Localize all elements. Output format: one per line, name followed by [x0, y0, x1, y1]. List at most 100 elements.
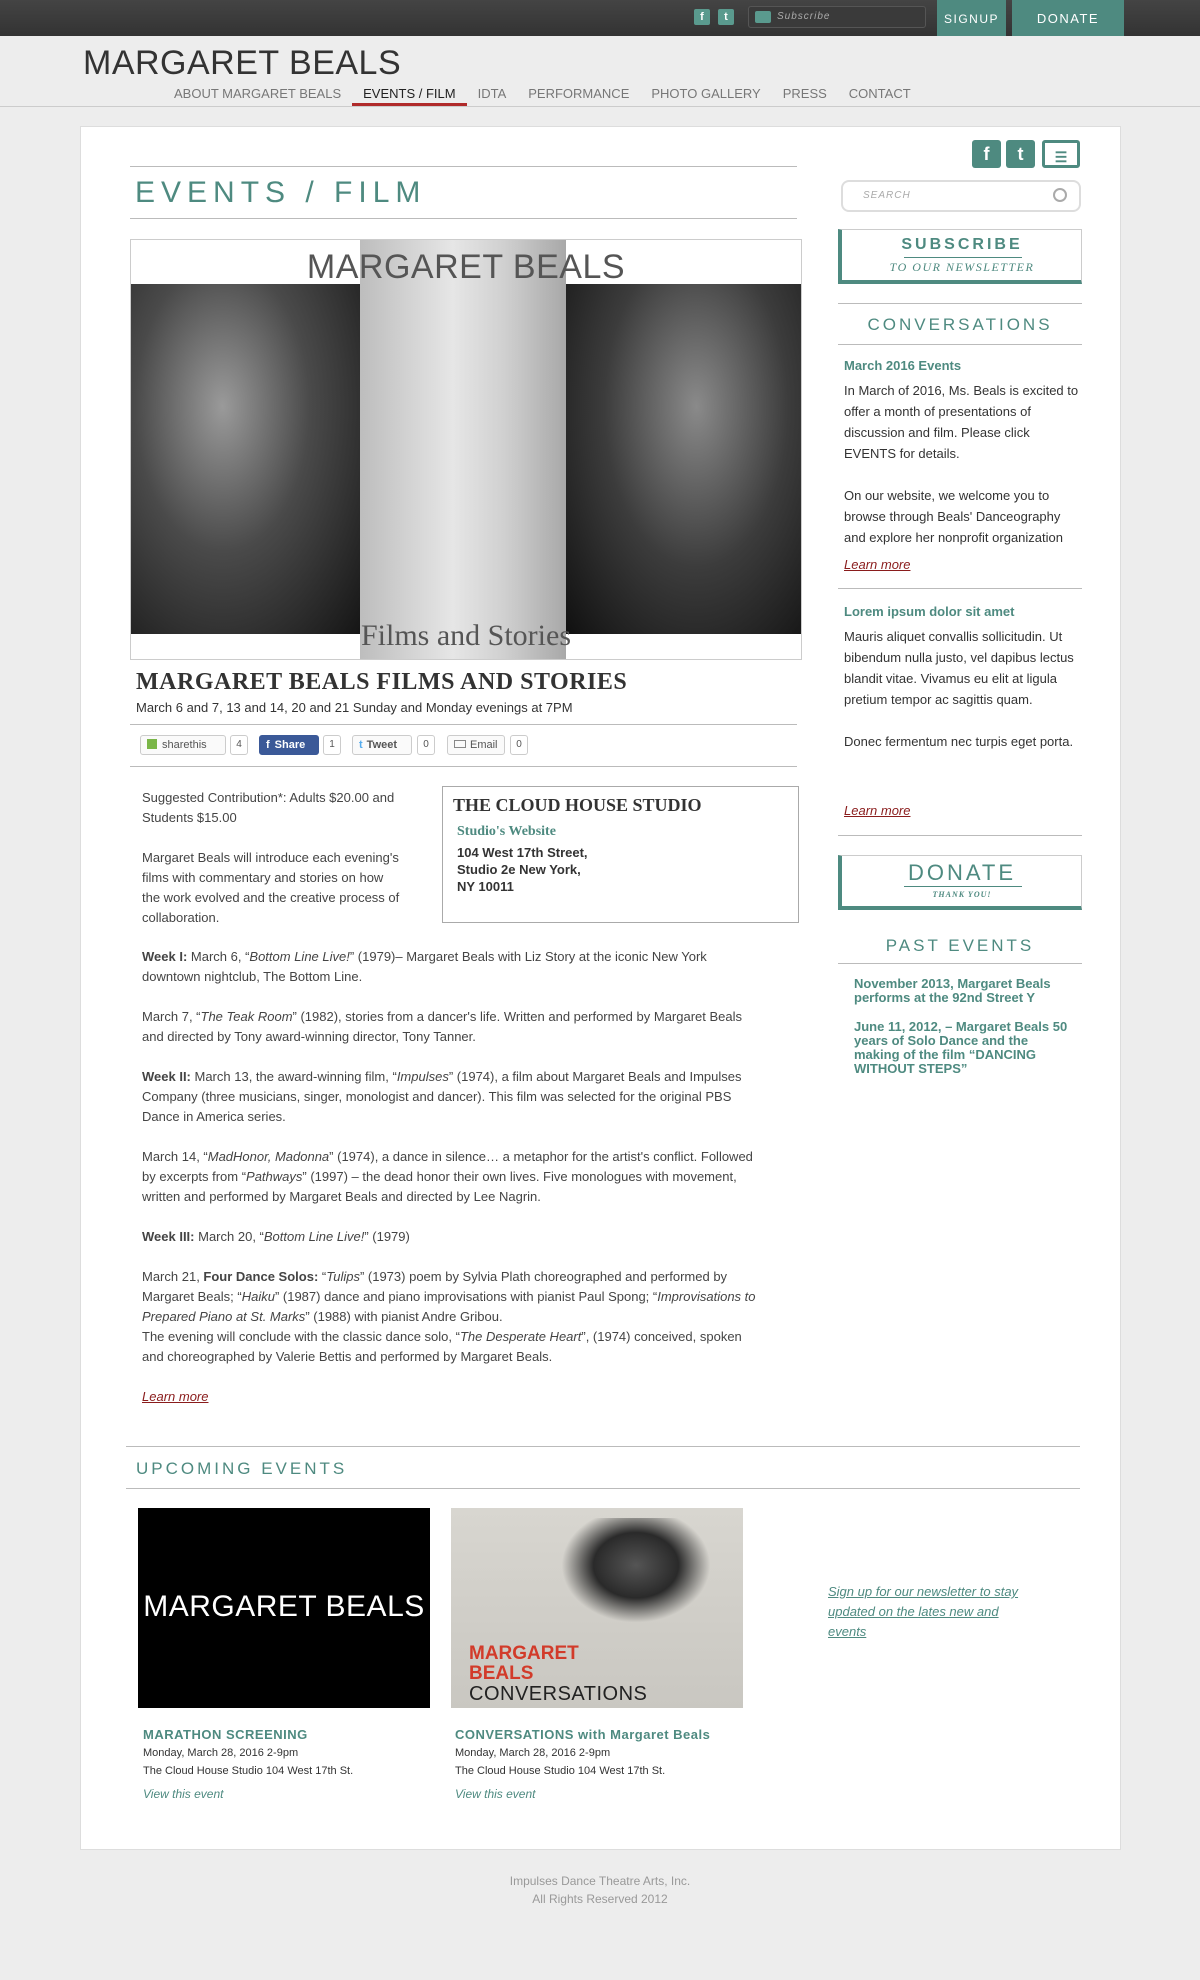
search-placeholder: SEARCH	[863, 190, 911, 201]
marathon-title[interactable]: MARATHON SCREENING	[143, 1727, 308, 1742]
event-image-marathon-text: MARGARET BEALS	[143, 1590, 425, 1623]
schedule-march14: March 14, “MadHonor, Madonna” (1974), a …	[142, 1147, 762, 1207]
schedule-week2: Week II: March 13, the award-winning fil…	[142, 1067, 762, 1127]
intro-description: Margaret Beals will introduce each eveni…	[142, 850, 400, 925]
subscribe-subtitle: TO OUR NEWSLETTER	[889, 260, 1035, 274]
week3-text-b: ” (1979)	[364, 1229, 410, 1244]
upcoming-title: UPCOMING EVENTS	[136, 1459, 348, 1478]
nav-performance[interactable]: PERFORMANCE	[517, 86, 640, 106]
conversations-event-title[interactable]: CONVERSATIONS with Margaret Beals	[455, 1727, 710, 1742]
page-title: EVENTS / FILM	[135, 176, 427, 209]
facebook-icon[interactable]: f	[694, 9, 710, 25]
donate-subtitle: THANK YOU!	[932, 890, 992, 899]
title-rule-bottom	[130, 218, 797, 219]
tulips-title: Tulips	[326, 1269, 360, 1284]
event-image-conversations[interactable]: MARGARET BEALS CONVERSATIONS	[451, 1508, 743, 1708]
subscribe-box[interactable]: SUBSCRIBE TO OUR NEWSLETTER	[838, 229, 1082, 284]
conv1-title[interactable]: March 2016 Events	[844, 358, 961, 373]
tweet-button[interactable]: t Tweet	[352, 735, 412, 755]
twitter-icon[interactable]: t	[1006, 140, 1035, 168]
week3-label: Week III:	[142, 1229, 195, 1244]
week2-label: Week II:	[142, 1069, 191, 1084]
schedule-march21: March 21, Four Dance Solos: “Tulips” (19…	[142, 1267, 762, 1327]
donate-button[interactable]: DONATE	[1012, 0, 1124, 36]
conv-image-text-1: MARGARET	[469, 1643, 579, 1664]
week1-label: Week I:	[142, 949, 188, 964]
conv2-text: Mauris aliquet convallis sollicitudin. U…	[844, 626, 1080, 752]
nav-press[interactable]: PRESS	[772, 86, 838, 106]
tweet-count: 0	[417, 735, 435, 755]
nav-about[interactable]: ABOUT MARGARET BEALS	[163, 86, 352, 106]
signup-button[interactable]: SIGNUP	[937, 0, 1006, 36]
past-event-2[interactable]: June 11, 2012, – Margaret Beals 50 years…	[854, 1020, 1072, 1076]
facebook-icon[interactable]: f	[972, 140, 1001, 168]
newsletter-icon[interactable]: ☰	[1042, 140, 1080, 168]
facebook-share-label: Share	[274, 739, 306, 751]
studio-website-link[interactable]: Studio's Website	[457, 824, 556, 840]
desperate-heart-title: The Desperate Heart	[459, 1329, 582, 1344]
search-icon[interactable]	[1053, 188, 1067, 202]
march14-film-title-2: Pathways	[246, 1169, 303, 1184]
event-dates: March 6 and 7, 13 and 14, 20 and 21 Sund…	[136, 700, 573, 715]
schedule-week3: Week III: March 20, “Bottom Line Live!” …	[142, 1227, 762, 1247]
conversations-place: The Cloud House Studio 104 West 17th St.	[455, 1765, 666, 1777]
march14-text-a: March 14, “	[142, 1149, 208, 1164]
march14-film-title: MadHonor, Madonna	[207, 1149, 330, 1164]
sharethis-icon	[147, 739, 157, 749]
conversations-title: CONVERSATIONS	[867, 315, 1053, 334]
conv2-title[interactable]: Lorem ipsum dolor sit amet	[844, 604, 1014, 619]
week2-text-a: March 13, the award-winning film, “	[190, 1069, 397, 1084]
conv2-text-a: Mauris aliquet convallis sollicitudin. U…	[844, 629, 1074, 707]
nav-idta[interactable]: IDTA	[467, 86, 518, 106]
marathon-meta: Monday, March 28, 2016 2-9pm The Cloud H…	[143, 1744, 353, 1780]
facebook-share-button[interactable]: f Share	[259, 735, 319, 755]
event-image-marathon[interactable]: MARGARET BEALS	[138, 1508, 430, 1708]
conv-divider	[838, 588, 1082, 589]
donate-box[interactable]: DONATE THANK YOU!	[838, 855, 1082, 910]
studio-address-line1: 104 West 17th Street,	[457, 845, 588, 860]
main-nav: ABOUT MARGARET BEALS EVENTS / FILM IDTA …	[163, 86, 922, 106]
tweet-label: Tweet	[366, 739, 398, 751]
conv1-learn-more[interactable]: Learn more	[844, 557, 910, 572]
event-title: MARGARET BEALS FILMS AND STORIES	[136, 669, 628, 695]
subscribe-underline	[904, 257, 1022, 258]
schedule-conclusion: The evening will conclude with the class…	[142, 1327, 762, 1367]
studio-box: THE CLOUD HOUSE STUDIO Studio's Website …	[442, 786, 799, 923]
week1-text-a: March 6, “	[187, 949, 250, 964]
search-input[interactable]: SEARCH	[841, 180, 1081, 212]
week3-text-a: March 20, “	[194, 1229, 264, 1244]
march7-text-a: March 7, “	[142, 1009, 201, 1024]
donate-underline	[904, 886, 1022, 887]
marathon-view-link[interactable]: View this event	[143, 1787, 224, 1801]
conv2-learn-more[interactable]: Learn more	[844, 803, 910, 818]
nav-events-film[interactable]: EVENTS / FILM	[352, 86, 467, 106]
past-event-1[interactable]: November 2013, Margaret Beals performs a…	[854, 977, 1072, 1005]
email-share-count: 0	[510, 735, 528, 755]
upcoming-rule-bottom	[126, 1488, 1080, 1489]
week1-film-title: Bottom Line Live!	[249, 949, 350, 964]
march21-text-d: ” (1987) dance and piano improvisations …	[274, 1289, 658, 1304]
past-events-rule	[838, 963, 1082, 964]
learn-more-link[interactable]: Learn more	[142, 1389, 208, 1404]
subscribe-title: SUBSCRIBE	[901, 236, 1023, 253]
march7-film-title: The Teak Room	[200, 1009, 293, 1024]
subscribe-input[interactable]: Subscribe	[748, 6, 926, 28]
newsletter-icon	[755, 11, 771, 23]
conversations-view-link[interactable]: View this event	[455, 1787, 536, 1801]
nav-contact[interactable]: CONTACT	[838, 86, 922, 106]
twitter-icon[interactable]: t	[718, 9, 734, 25]
header-divider	[0, 106, 1200, 107]
email-share-button[interactable]: Email	[447, 735, 505, 755]
dancer-figure	[561, 1518, 711, 1623]
email-icon	[454, 740, 466, 748]
schedule-week1: Week I: March 6, “Bottom Line Live!” (19…	[142, 947, 762, 987]
schedule-march7: March 7, “The Teak Room” (1982), stories…	[142, 1007, 762, 1047]
site-title[interactable]: MARGARET BEALS	[83, 44, 401, 83]
newsletter-signup-link[interactable]: Sign up for our newsletter to stay updat…	[828, 1582, 1028, 1642]
studio-address-line2: Studio 2e New York,	[457, 862, 581, 877]
top-bar: f t Subscribe SIGNUP DONATE	[0, 0, 1200, 36]
sharethis-button[interactable]: sharethis	[140, 735, 226, 755]
nav-photo-gallery[interactable]: PHOTO GALLERY	[640, 86, 771, 106]
footer-company: Impulses Dance Theatre Arts, Inc.	[509, 1874, 691, 1888]
email-share-label: Email	[470, 739, 498, 751]
